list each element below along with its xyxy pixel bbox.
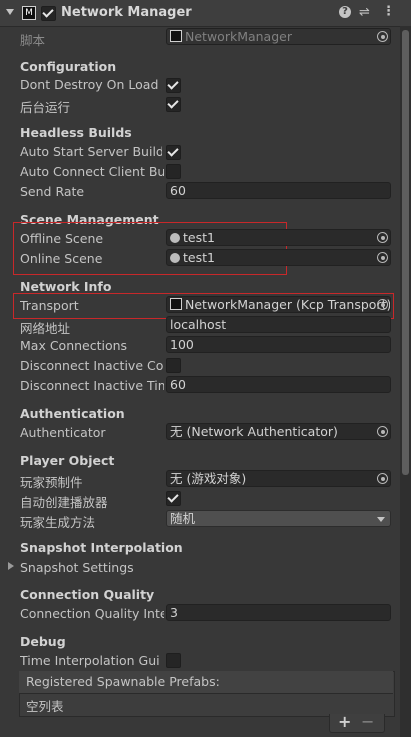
run-in-background-label: 后台运行 <box>20 100 71 115</box>
component-header: M Network Manager ? ⇌ ⋮ <box>0 0 411 27</box>
transport-value: NetworkManager (Kcp Transport) <box>185 297 391 312</box>
auto-connect-label: Auto Connect Client Build <box>20 164 164 179</box>
script-label: 脚本 <box>20 33 46 48</box>
auto-create-player-checkbox[interactable] <box>166 491 181 506</box>
offline-scene-label: Offline Scene <box>20 231 104 246</box>
headless-builds-header: Headless Builds <box>20 125 132 140</box>
unity-scene-icon <box>170 233 180 243</box>
authentication-header: Authentication <box>20 406 125 421</box>
authenticator-field[interactable]: 无 (Network Authenticator) <box>166 423 391 440</box>
player-prefab-value: 无 (游戏对象) <box>170 471 247 486</box>
object-picker-icon[interactable] <box>377 426 388 437</box>
component-title: Network Manager <box>61 5 192 20</box>
spawn-method-dropdown[interactable]: 随机 <box>166 510 391 527</box>
object-picker-icon[interactable] <box>377 473 388 484</box>
network-info-header: Network Info <box>20 279 112 294</box>
max-connections-label: Max Connections <box>20 338 128 353</box>
foldout-arrow-icon[interactable] <box>8 562 14 570</box>
player-object-header: Player Object <box>20 453 115 468</box>
snapshot-interpolation-header: Snapshot Interpolation <box>20 540 183 555</box>
scrollbar-thumb[interactable] <box>402 30 409 475</box>
object-picker-icon[interactable] <box>377 252 388 263</box>
disconnect-inactive-checkbox[interactable] <box>166 358 181 373</box>
network-address-label: 网络地址 <box>20 321 71 336</box>
send-rate-field[interactable]: 60 <box>166 182 391 199</box>
debug-header: Debug <box>20 634 66 649</box>
configuration-header: Configuration <box>20 59 117 74</box>
remove-item-button[interactable]: − <box>361 714 374 730</box>
script-field: NetworkManager <box>166 28 391 45</box>
auto-start-label: Auto Start Server Build <box>20 144 162 159</box>
dont-destroy-checkbox[interactable] <box>166 78 181 93</box>
transport-label: Transport <box>20 298 79 313</box>
chevron-down-icon <box>377 517 385 522</box>
spawnable-prefabs-title: Registered Spawnable Prefabs: <box>26 674 220 689</box>
connection-quality-header: Connection Quality <box>20 587 155 602</box>
player-prefab-field[interactable]: 无 (游戏对象) <box>166 470 391 487</box>
add-item-button[interactable]: + <box>338 714 351 730</box>
spawn-method-value: 随机 <box>170 511 196 526</box>
disconnect-timeout-label: Disconnect Inactive Timeout <box>20 378 164 393</box>
time-gui-label: Time Interpolation Gui <box>20 653 160 668</box>
online-scene-field[interactable]: test1 <box>166 249 391 266</box>
object-picker-icon[interactable] <box>377 232 388 243</box>
object-picker-icon <box>377 31 388 42</box>
time-gui-checkbox[interactable] <box>166 653 181 668</box>
spawn-method-label: 玩家生成方法 <box>20 515 96 530</box>
disconnect-inactive-label: Disconnect Inactive Connections <box>20 358 164 373</box>
object-picker-icon[interactable] <box>377 299 388 310</box>
authenticator-value: 无 (Network Authenticator) <box>170 424 338 439</box>
disconnect-timeout-field[interactable]: 60 <box>166 376 391 393</box>
help-icon[interactable]: ? <box>339 6 351 18</box>
list-footer: + − <box>329 714 385 733</box>
network-address-field[interactable]: localhost <box>166 316 391 333</box>
auto-create-player-label: 自动创建播放器 <box>20 495 108 510</box>
fold-arrow-icon[interactable] <box>6 9 14 15</box>
more-options-icon[interactable]: ⋮ <box>382 4 395 19</box>
snapshot-settings-foldout[interactable]: Snapshot Settings <box>20 560 134 575</box>
script-icon <box>170 30 182 42</box>
dont-destroy-label: Dont Destroy On Load <box>20 77 159 92</box>
unity-scene-icon <box>170 253 180 263</box>
player-prefab-label: 玩家预制件 <box>20 475 83 490</box>
run-in-background-checkbox[interactable] <box>166 97 181 112</box>
enabled-checkbox[interactable] <box>41 6 56 21</box>
offline-scene-value: test1 <box>183 230 215 245</box>
authenticator-label: Authenticator <box>20 425 106 440</box>
online-scene-label: Online Scene <box>20 251 103 266</box>
transport-field[interactable]: NetworkManager (Kcp Transport) <box>166 296 391 313</box>
max-connections-field[interactable]: 100 <box>166 336 391 353</box>
online-scene-value: test1 <box>183 250 215 265</box>
send-rate-label: Send Rate <box>20 184 85 199</box>
quality-interval-label: Connection Quality Interval <box>20 606 164 621</box>
script-value: NetworkManager <box>185 29 292 44</box>
network-manager-icon: M <box>22 6 36 20</box>
quality-interval-field[interactable]: 3 <box>166 604 391 621</box>
auto-connect-checkbox[interactable] <box>166 164 181 179</box>
auto-start-checkbox[interactable] <box>166 145 181 160</box>
network-manager-icon <box>170 298 182 310</box>
offline-scene-field[interactable]: test1 <box>166 229 391 246</box>
preset-icon[interactable]: ⇌ <box>359 5 370 20</box>
empty-list-label: 空列表 <box>26 699 64 714</box>
spawnable-prefabs-header[interactable]: Registered Spawnable Prefabs: <box>19 671 393 694</box>
